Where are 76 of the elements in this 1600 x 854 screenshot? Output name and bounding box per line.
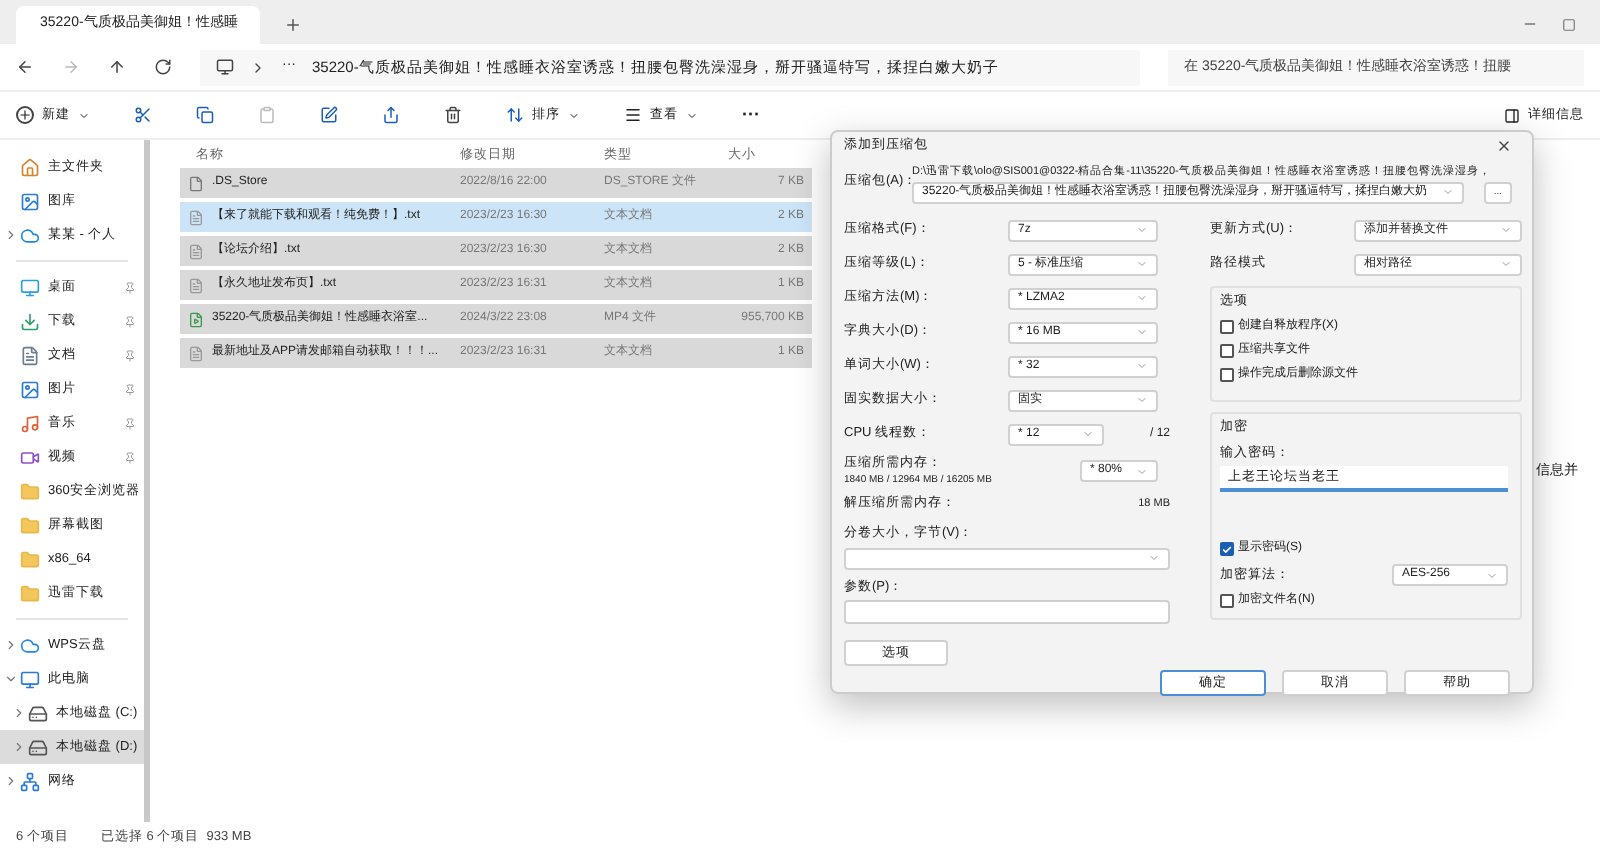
chevron-down-icon: [1136, 292, 1148, 305]
chevron-right-icon[interactable]: [12, 706, 26, 720]
checkbox[interactable]: [1220, 542, 1234, 557]
pin-icon[interactable]: [124, 451, 136, 463]
chevron-down-icon: [1148, 552, 1160, 564]
checkbox[interactable]: [1220, 343, 1234, 357]
copy-icon[interactable]: [196, 106, 214, 124]
picture-icon: [20, 379, 40, 399]
delete-icon[interactable]: [444, 106, 462, 124]
chevron-down-icon: [1136, 394, 1148, 407]
share-icon[interactable]: [382, 106, 400, 124]
refresh-icon[interactable]: [154, 58, 172, 76]
chevron-down-icon: [1136, 465, 1148, 478]
network-icon: [20, 771, 40, 791]
chevron-down-icon[interactable]: [4, 672, 18, 686]
chevron-down-icon: [1082, 428, 1094, 441]
chevron-down-icon: [686, 109, 698, 121]
drive-icon: [28, 737, 48, 757]
monitor-icon: [216, 58, 234, 76]
chevron-down-icon: [1136, 224, 1148, 237]
folder-icon: [20, 481, 40, 501]
gallery-icon: [20, 191, 40, 211]
new-tab-icon[interactable]: [284, 16, 302, 34]
chevron-down-icon: [1500, 258, 1512, 271]
chevron-down-icon: [568, 109, 580, 121]
music-icon: [20, 413, 40, 433]
folder-icon: [20, 549, 40, 569]
text-file-icon: [188, 209, 204, 225]
video-file-icon: [188, 311, 204, 327]
chevron-down-icon: [1136, 360, 1148, 373]
rename-icon[interactable]: [320, 106, 338, 124]
plus-icon: [16, 106, 34, 124]
chevron-down-icon: [1486, 569, 1498, 582]
chevron-right-icon[interactable]: [4, 774, 18, 788]
up-icon[interactable]: [108, 58, 126, 76]
chevron-down-icon: [1136, 326, 1148, 339]
file-icon: [188, 175, 204, 191]
chevron-right-icon[interactable]: [12, 740, 26, 754]
chevron-right-icon: [250, 59, 266, 75]
cloud-icon: [20, 635, 40, 655]
panel-icon: [1504, 107, 1520, 123]
checkbox[interactable]: [1220, 319, 1234, 333]
chevron-down-icon: [1136, 258, 1148, 271]
computer-icon: [20, 669, 40, 689]
close-icon[interactable]: [1496, 137, 1512, 154]
text-file-icon: [188, 243, 204, 259]
folder-icon: [20, 583, 40, 603]
input-field[interactable]: [844, 600, 1170, 625]
maximize-icon[interactable]: [1562, 17, 1576, 31]
pin-icon[interactable]: [124, 383, 136, 395]
sort-icon: [506, 106, 524, 124]
chevron-right-icon[interactable]: [4, 638, 18, 652]
pin-icon[interactable]: [124, 315, 136, 327]
checkbox[interactable]: [1220, 594, 1234, 609]
checkbox[interactable]: [1220, 367, 1234, 381]
chevron-down-icon: [1500, 224, 1512, 237]
cut-icon[interactable]: [134, 106, 152, 124]
pin-icon[interactable]: [124, 281, 136, 293]
document-icon: [20, 345, 40, 365]
folder-icon: [20, 515, 40, 535]
chevron-down-icon: [1442, 186, 1454, 199]
text-file-icon: [188, 345, 204, 361]
more-button[interactable]: ···: [742, 101, 760, 129]
desktop-icon: [20, 277, 40, 297]
video-icon: [20, 447, 40, 467]
lines-icon: [624, 106, 642, 124]
chevron-down-icon: [78, 109, 90, 121]
pin-icon[interactable]: [124, 349, 136, 361]
text-file-icon: [188, 277, 204, 293]
cloud-icon: [20, 225, 40, 245]
download-icon: [20, 311, 40, 331]
pin-icon[interactable]: [124, 417, 136, 429]
home-icon: [20, 157, 40, 177]
chevron-right-icon[interactable]: [4, 228, 18, 242]
back-icon[interactable]: [16, 58, 34, 76]
drive-icon: [28, 703, 48, 723]
